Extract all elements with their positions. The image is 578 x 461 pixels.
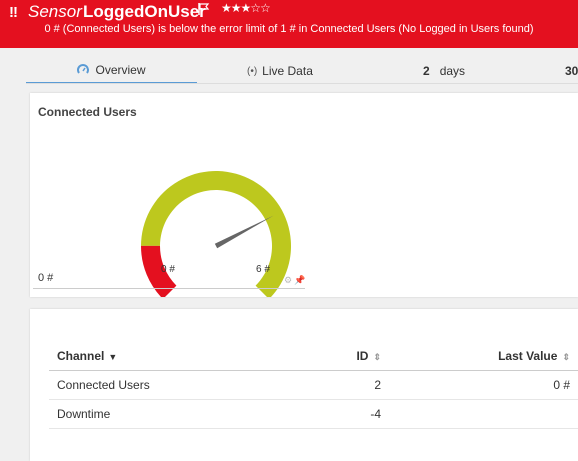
status-message: 0 # (Connected Users) is below the error…: [44, 23, 534, 35]
tab-overview-label: Overview: [95, 63, 146, 77]
gauge-tools[interactable]: ⚙📌: [284, 275, 307, 286]
alert-marker: !!: [9, 4, 18, 21]
channel-last-value: [389, 399, 578, 429]
table-row[interactable]: Connected Users 2 0 #: [49, 370, 578, 400]
column-header-id[interactable]: ID ⇕: [249, 342, 389, 371]
tab-divider: [26, 83, 578, 84]
column-header-channel[interactable]: Channel ▼: [49, 342, 249, 371]
sensor-type-label: Sensor: [28, 2, 82, 21]
table-header-row: Channel ▼ ID ⇕ Last Value ⇕: [49, 342, 578, 371]
tab-2-days[interactable]: 2 days: [423, 58, 465, 84]
pin-icon[interactable]: 📌: [294, 275, 307, 285]
column-header-last-value[interactable]: Last Value ⇕: [389, 342, 578, 371]
gauge-min-label: 0 #: [161, 264, 175, 275]
gauge-max-label: 6 #: [256, 264, 270, 275]
channel-name[interactable]: Downtime: [49, 399, 249, 429]
gauge-baseline: [33, 288, 305, 289]
gauge-current-value: 0 #: [38, 272, 54, 284]
channel-name[interactable]: Connected Users: [49, 370, 249, 400]
priority-stars[interactable]: ★★★☆☆: [221, 1, 271, 15]
flag-icon[interactable]: [197, 2, 211, 16]
tab-2-days-label: days: [439, 64, 466, 78]
channel-id: -4: [249, 399, 389, 429]
tab-overview[interactable]: Overview: [26, 58, 197, 84]
sort-icon: ⇕: [373, 351, 381, 362]
tab-bar: Overview (•) Live Data 2 days 30: [0, 58, 578, 84]
gauge-needle: [214, 215, 274, 249]
channels-table: Channel ▼ ID ⇕ Last Value ⇕ Connected Users…: [49, 342, 578, 429]
tab-30-days[interactable]: 30: [565, 58, 578, 84]
id-header-label: ID: [356, 348, 369, 363]
sort-icon: ⇕: [562, 351, 570, 362]
channel-header-label: Channel: [57, 348, 105, 363]
gauge-chart: [140, 171, 291, 297]
tab-live-data[interactable]: (•) Live Data: [247, 58, 313, 84]
channel-last-value: 0 #: [389, 370, 578, 400]
broadcast-icon: (•): [247, 65, 258, 77]
gauge-card: Connected Users 0 # 0 # 6 # ⚙📌: [30, 93, 578, 297]
tab-30-days-number: 30: [565, 64, 578, 78]
gauge-icon: [77, 64, 90, 74]
sort-down-icon: ▼: [108, 351, 118, 362]
sensor-header: !! Sensor LoggedOnUser ★★★☆☆ 0 # (Connec…: [0, 0, 578, 48]
sensor-name: LoggedOnUser: [83, 2, 206, 21]
tab-2-days-number: 2: [423, 64, 430, 78]
last-value-header-label: Last Value: [498, 348, 558, 363]
tab-live-data-label: Live Data: [262, 64, 313, 78]
gear-icon[interactable]: ⚙: [284, 275, 294, 285]
channel-id: 2: [249, 370, 389, 400]
channels-card: Channel ▼ ID ⇕ Last Value ⇕ Connected Users…: [30, 309, 578, 461]
table-row[interactable]: Downtime -4: [49, 399, 578, 429]
